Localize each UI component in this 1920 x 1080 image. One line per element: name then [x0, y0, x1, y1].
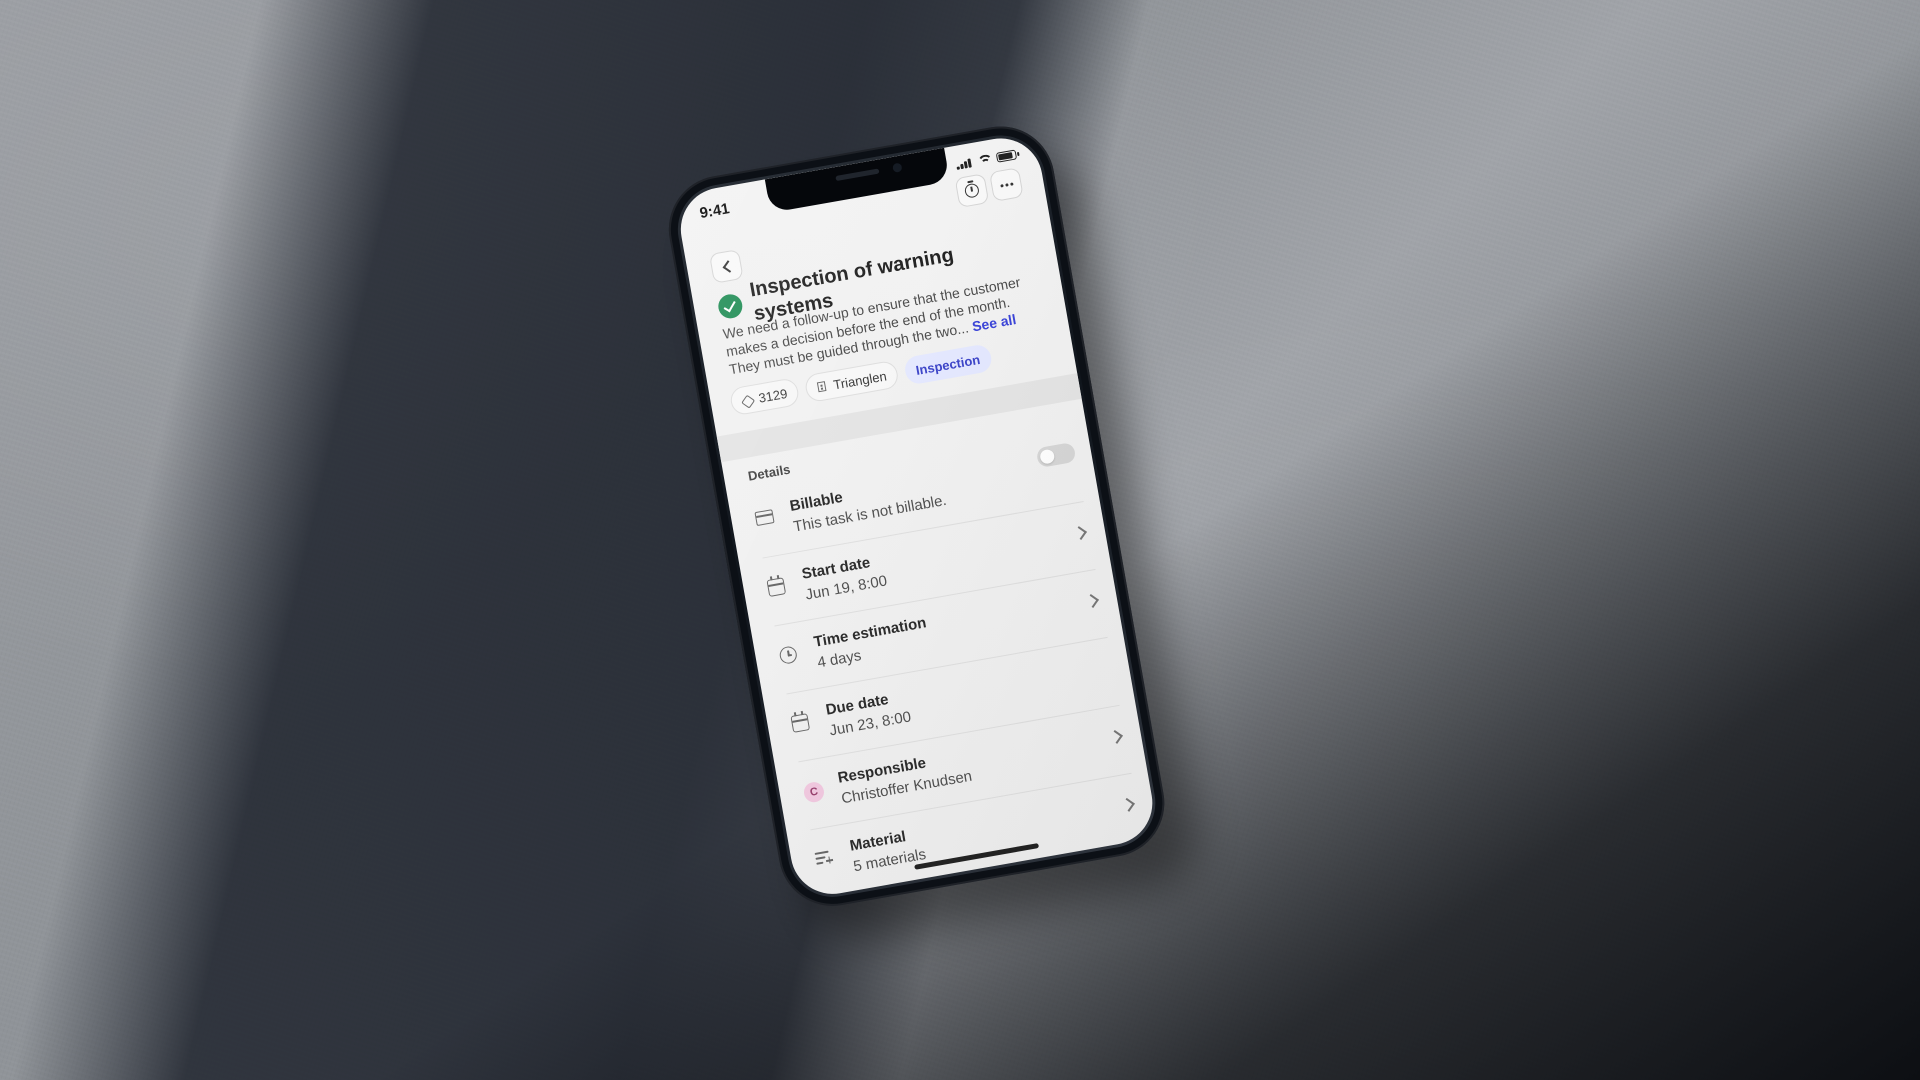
- chevron-right-icon: [1073, 526, 1087, 541]
- avatar-icon: C: [802, 780, 826, 804]
- photo-scene: 9:41 Inspection of warning systems We ne…: [0, 0, 1920, 1080]
- calendar-icon: [790, 713, 813, 736]
- material-list-icon: [814, 849, 837, 872]
- chevron-right-icon: [1085, 594, 1099, 608]
- tag-location[interactable]: Trianglen: [803, 359, 900, 404]
- battery-level-fill: [998, 152, 1014, 161]
- building-icon: [816, 380, 829, 393]
- battery-icon: [995, 149, 1018, 163]
- chevron-left-icon: [722, 259, 735, 273]
- clock-icon: [778, 645, 801, 668]
- tag-job-number[interactable]: 3129: [728, 377, 801, 417]
- details-list: Billable This task is not billable. Star…: [727, 431, 1159, 900]
- wifi-icon: [977, 154, 992, 166]
- cellular-signal-icon: [955, 157, 972, 170]
- status-icons: [955, 149, 1018, 170]
- chevron-right-icon: [1108, 729, 1123, 744]
- chevron-right-icon: [1120, 797, 1135, 812]
- credit-card-icon: [754, 509, 777, 532]
- front-camera: [892, 162, 903, 173]
- time-estimation-value: 4 days: [816, 647, 863, 672]
- calendar-icon: [766, 577, 789, 600]
- status-time: 9:41: [698, 200, 731, 223]
- details-section-label: Details: [746, 461, 792, 484]
- time-estimation-title: Time estimation: [812, 614, 928, 651]
- tag-category[interactable]: Inspection: [902, 343, 994, 386]
- responsible-avatar: C: [802, 780, 826, 804]
- smartphone: 9:41 Inspection of warning systems We ne…: [660, 117, 1173, 915]
- price-tag-icon: [741, 393, 754, 406]
- back-button[interactable]: [708, 249, 744, 284]
- tag-location-label: Trianglen: [832, 367, 888, 393]
- speaker-grille: [835, 168, 880, 182]
- ellipsis-icon: [999, 181, 1014, 188]
- tag-category-label: Inspection: [914, 351, 982, 378]
- tag-job-number-label: 3129: [757, 385, 789, 406]
- billable-toggle[interactable]: [1035, 441, 1077, 469]
- completed-check-icon: [716, 292, 745, 321]
